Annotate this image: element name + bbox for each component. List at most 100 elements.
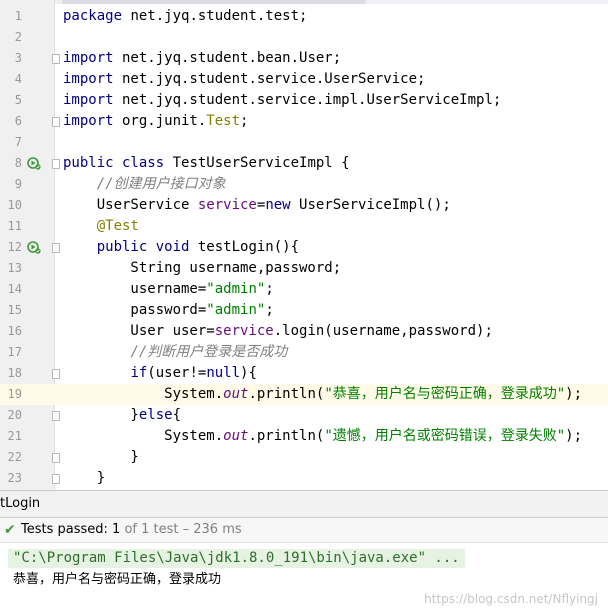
code-token: } — [63, 470, 106, 486]
line-number: 16 — [7, 324, 22, 338]
code-token: User user= — [63, 323, 215, 339]
line-number: 6 — [14, 114, 22, 128]
code-token: net.jyq.student.test; — [122, 8, 308, 24]
code-text: //创建用户接口对象 — [63, 174, 226, 195]
code-line[interactable]: 7 — [0, 132, 608, 153]
code-line[interactable]: 21 System.out.println("遗憾，用户名或密码错误，登录失败"… — [0, 426, 608, 447]
horizontal-scrollbar[interactable] — [0, 0, 608, 4]
code-text: import net.jyq.student.service.UserServi… — [63, 69, 425, 90]
code-line[interactable]: 13 String username,password; — [0, 258, 608, 279]
code-token: ; — [265, 281, 274, 297]
code-line[interactable]: 11 @Test — [0, 216, 608, 237]
fold-marker-icon[interactable] — [52, 54, 60, 64]
code-line[interactable]: 4 import net.jyq.student.service.UserServ… — [0, 69, 608, 90]
line-number: 14 — [7, 282, 22, 296]
line-number: 10 — [7, 198, 22, 212]
line-number: 15 — [7, 303, 22, 317]
fold-marker-icon[interactable] — [52, 369, 60, 379]
code-line[interactable]: 2 — [0, 27, 608, 48]
code-text: if(user!=null){ — [63, 363, 256, 384]
line-number: 8 — [14, 156, 22, 170]
line-number: 5 — [14, 93, 22, 107]
run-tab-label: tLogin — [0, 496, 41, 511]
code-token: service — [197, 197, 257, 213]
line-number: 2 — [14, 30, 22, 44]
line-number: 4 — [14, 72, 22, 86]
code-token: password= — [63, 302, 207, 318]
code-token: System. — [63, 428, 224, 444]
code-token: net.jyq.student.bean.User; — [113, 50, 342, 66]
run-test-icon[interactable] — [27, 240, 41, 254]
code-token: out — [223, 428, 249, 444]
code-token: UserServiceImpl(); — [290, 197, 451, 213]
tests-passed-count: 1 — [112, 522, 121, 537]
code-token: public class — [63, 155, 165, 171]
code-token: out — [223, 386, 249, 402]
code-token: "admin" — [206, 302, 266, 318]
code-line[interactable]: 3 import net.jyq.student.bean.User; — [0, 48, 608, 69]
code-editor[interactable]: 1 package net.jyq.student.test; 2 3 import n… — [0, 0, 608, 490]
code-token: null — [206, 365, 241, 381]
code-token: { — [172, 407, 182, 423]
code-text: import net.jyq.student.bean.User; — [63, 48, 341, 69]
code-token: new — [265, 197, 291, 213]
code-text: }else{ — [63, 405, 181, 426]
code-text: password="admin"; — [63, 300, 274, 321]
code-line[interactable]: 16 User user=service.login(username,pass… — [0, 321, 608, 342]
code-line[interactable]: 1 package net.jyq.student.test; — [0, 6, 608, 27]
code-token: .println( — [248, 386, 325, 402]
run-tab-testlogin[interactable]: tLogin — [0, 491, 43, 517]
code-token: //判断用户登录是否成功 — [130, 344, 288, 360]
code-line[interactable]: 12 public void testLogin(){ — [0, 237, 608, 258]
code-token: UserService — [63, 197, 198, 213]
code-line[interactable]: 10 UserService service=new UserServiceIm… — [0, 195, 608, 216]
code-token: ; — [265, 302, 274, 318]
code-token: @Test — [96, 218, 139, 234]
code-token: import — [63, 92, 114, 108]
line-number: 18 — [7, 366, 22, 380]
code-text: //判断用户登录是否成功 — [63, 342, 287, 363]
fold-marker-icon[interactable] — [52, 411, 60, 421]
code-line[interactable]: 23 } — [0, 468, 608, 489]
fold-marker-icon[interactable] — [52, 243, 60, 253]
code-token: testLogin(){ — [189, 239, 300, 255]
fold-marker-icon[interactable] — [52, 453, 60, 463]
code-text: import org.junit.Test; — [63, 111, 248, 132]
code-line[interactable]: 6 import org.junit.Test; — [0, 111, 608, 132]
code-text: UserService service=new UserServiceImpl(… — [63, 195, 451, 216]
line-number: 3 — [14, 51, 22, 65]
code-line[interactable]: 20 }else{ — [0, 405, 608, 426]
run-test-icon[interactable] — [27, 156, 41, 170]
code-line[interactable]: 9 //创建用户接口对象 — [0, 174, 608, 195]
code-line[interactable]: 14 username="admin"; — [0, 279, 608, 300]
line-number: 1 — [14, 9, 22, 23]
code-token: ); — [565, 386, 583, 402]
code-token: package — [63, 8, 123, 24]
tests-passed-label: Tests passed: — [21, 522, 108, 537]
code-line[interactable]: 8 public class TestUserServiceImpl { — [0, 153, 608, 174]
code-line[interactable]: 5 import net.jyq.student.service.impl.Use… — [0, 90, 608, 111]
code-text: System.out.println("遗憾，用户名或密码错误，登录失败"); — [63, 426, 582, 447]
test-status-text: Tests passed: 1 of 1 test – 236 ms — [21, 518, 242, 542]
code-line[interactable]: 19 System.out.println("恭喜，用户名与密码正确，登录成功"… — [0, 384, 608, 405]
code-line[interactable]: 18 if(user!=null){ — [0, 363, 608, 384]
fold-marker-icon[interactable] — [52, 117, 60, 127]
console-command-line[interactable]: "C:\Program Files\Java\jdk1.8.0_191\bin\… — [8, 549, 465, 568]
code-text: public class TestUserServiceImpl { — [63, 153, 350, 174]
line-number: 20 — [7, 408, 22, 422]
scrollbar-thumb[interactable] — [62, 0, 366, 4]
code-token: service — [214, 323, 274, 339]
code-line[interactable]: 15 password="admin"; — [0, 300, 608, 321]
code-line[interactable]: 22 } — [0, 447, 608, 468]
code-line[interactable]: 17 //判断用户登录是否成功 — [0, 342, 608, 363]
fold-marker-icon[interactable] — [52, 159, 60, 169]
code-text: import net.jyq.student.service.impl.User… — [63, 90, 501, 111]
run-tool-window: tLogin ✔ Tests passed: 1 of 1 test – 236… — [0, 490, 608, 614]
code-token: org.junit. — [113, 113, 207, 129]
code-token: username= — [63, 281, 207, 297]
fold-marker-icon[interactable] — [52, 474, 60, 484]
code-token: public void — [96, 239, 190, 255]
